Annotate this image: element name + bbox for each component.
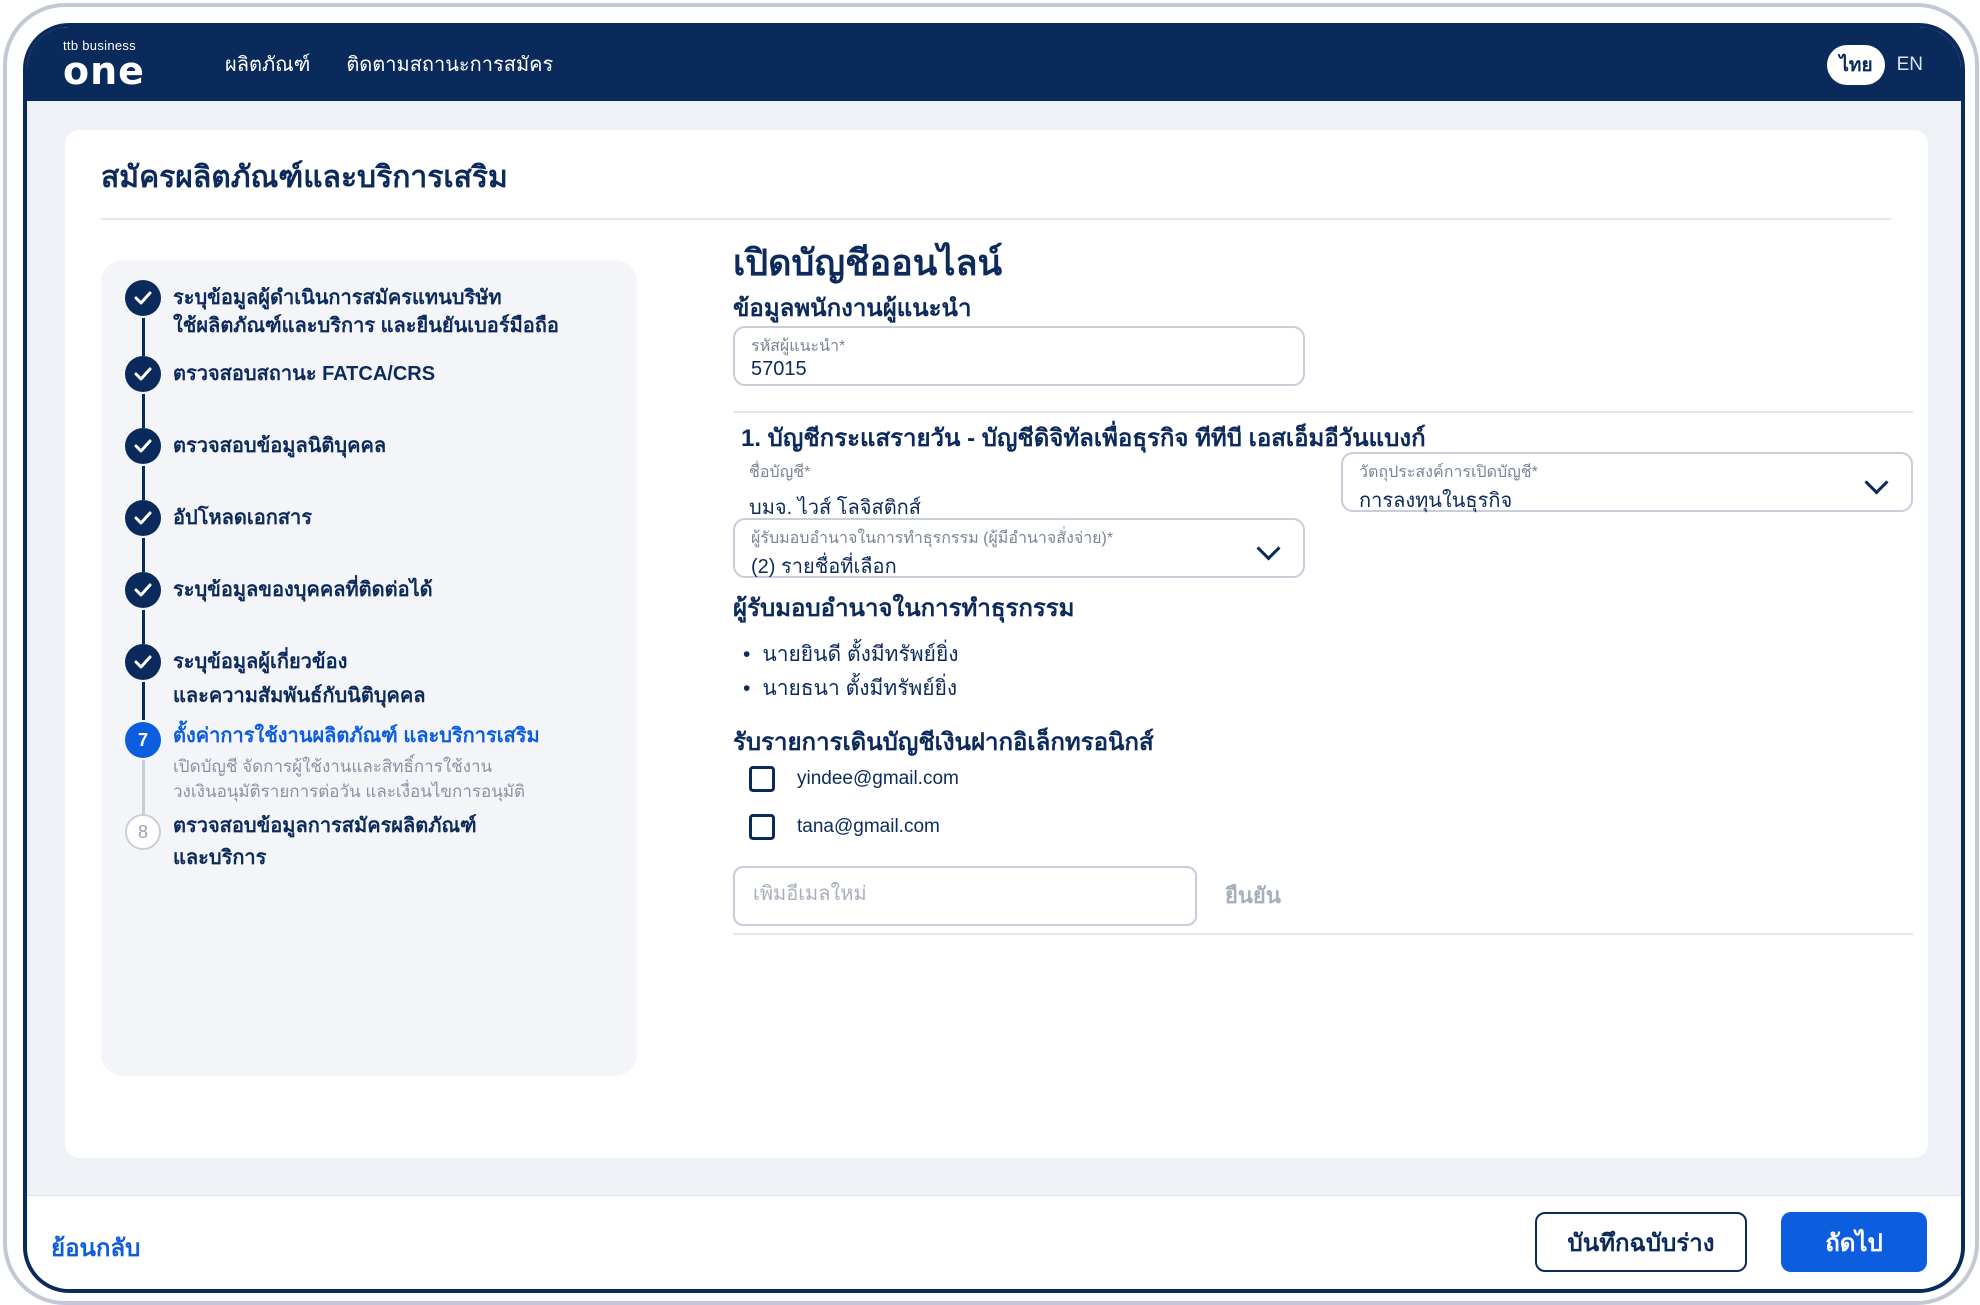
section-divider	[733, 933, 1913, 935]
step-number-badge: 8	[125, 814, 161, 850]
step-connector	[142, 610, 145, 644]
field-label: ผู้รับมอบอำนาจในการทำธุรกรรม (ผู้มีอำนาจ…	[751, 530, 1114, 547]
check-icon	[125, 572, 161, 608]
email-label: tana@gmail.com	[797, 816, 940, 837]
logo-wordmark: one	[63, 49, 145, 93]
referrer-code-field[interactable]: รหัสผู้แนะนำ* 57015	[733, 326, 1305, 386]
nav-track-status-link[interactable]: ติดตามสถานะการสมัคร	[346, 48, 553, 80]
nav-products-link[interactable]: ผลิตภัณฑ์	[225, 48, 310, 80]
account-title: 1. บัญชีกระแสรายวัน - บัญชีดิจิทัลเพื่อธ…	[741, 425, 1426, 452]
field-value: (2) รายชื่อที่เลือก	[751, 556, 897, 578]
step-label: ตรวจสอบข้อมูลนิติบุคคล	[173, 435, 387, 457]
step-label-active: ตั้งค่าการใช้งานผลิตภัณฑ์ และบริการเสริม	[173, 725, 540, 747]
email-option[interactable]: yindee@gmail.com	[749, 766, 959, 792]
step-label: ตรวจสอบข้อมูลการสมัครผลิตภัณฑ์ และบริการ	[173, 815, 477, 869]
estatement-section-title: รับรายการเดินบัญชีเงินฝากอิเล็กทรอนิกส์	[733, 729, 1154, 756]
step-description: เปิดบัญชี จัดการผู้ใช้งานและสิทธิ์การใช้…	[173, 757, 526, 801]
step-connector	[142, 318, 145, 356]
main-nav: ผลิตภัณฑ์ ติดตามสถานะการสมัคร	[225, 27, 553, 101]
step-label: ระบุข้อมูลของบุคคลที่ติดต่อได้	[173, 579, 433, 601]
lang-thai-button[interactable]: ไทย	[1827, 45, 1885, 85]
form-area: เปิดบัญชีออนไลน์ ข้อมูลพนักงานผู้แนะนำ ร…	[733, 130, 1913, 1158]
email-checkbox[interactable]	[749, 766, 775, 792]
step-connector	[142, 538, 145, 572]
chevron-down-icon	[1256, 536, 1281, 561]
check-icon	[125, 428, 161, 464]
next-button[interactable]: ถัดไป	[1781, 1212, 1927, 1272]
email-option[interactable]: tana@gmail.com	[749, 814, 940, 840]
lang-english-button[interactable]: EN	[1897, 54, 1923, 76]
confirm-email-button[interactable]: ยืนยัน	[1225, 878, 1281, 913]
authorized-person-item: นายยินดี ตั้งมีทรัพย์ยิ่ง	[743, 638, 958, 671]
check-icon	[125, 356, 161, 392]
top-navigation-bar: ttb business one ผลิตภัณฑ์ ติดตามสถานะกา…	[27, 27, 1961, 101]
save-draft-button[interactable]: บันทึกฉบับร่าง	[1535, 1212, 1747, 1272]
authorized-person-item: นายธนา ตั้งมีทรัพย์ยิ่ง	[743, 672, 957, 705]
field-value: 57015	[751, 358, 807, 380]
page-title: สมัครผลิตภัณฑ์และบริการเสริม	[101, 161, 508, 194]
progress-stepper: ระบุข้อมูลผู้ดำเนินการสมัครแทนบริษัท ใช้…	[101, 260, 637, 1076]
new-email-field[interactable]	[733, 866, 1197, 926]
authorized-person-dropdown[interactable]: ผู้รับมอบอำนาจในการทำธุรกรรม (ผู้มีอำนาจ…	[733, 518, 1305, 578]
step-connector	[142, 394, 145, 428]
footer-bar: ย้อนกลับ บันทึกฉบับร่าง ถัดไป	[27, 1195, 1961, 1289]
chevron-down-icon	[1864, 470, 1889, 495]
section-heading: เปิดบัญชีออนไลน์	[733, 242, 1003, 283]
check-icon	[125, 500, 161, 536]
purpose-dropdown[interactable]: วัตถุประสงค์การเปิดบัญชี* การลงทุนในธุรก…	[1341, 452, 1913, 512]
account-name-field: ชื่อบัญชี* บมจ. ไวส์ โลจิสติกส์	[749, 460, 921, 523]
field-label: วัตถุประสงค์การเปิดบัญชี*	[1359, 464, 1538, 481]
field-label: รหัสผู้แนะนำ*	[751, 338, 846, 355]
step-label: อัปโหลดเอกสาร	[173, 507, 313, 529]
step-connector	[142, 466, 145, 500]
step-label: ตรวจสอบสถานะ FATCA/CRS	[173, 363, 436, 385]
check-icon	[125, 280, 161, 316]
section-divider	[733, 411, 1913, 413]
check-icon	[125, 644, 161, 680]
field-label: ชื่อบัญชี*	[749, 464, 811, 481]
field-value: การลงทุนในธุรกิจ	[1359, 490, 1513, 512]
email-label: yindee@gmail.com	[797, 768, 959, 789]
new-email-input[interactable]	[751, 882, 1175, 907]
step-label: ระบุข้อมูลผู้เกี่ยวข้อง และความสัมพันธ์ก…	[173, 651, 426, 707]
step-label: ระบุข้อมูลผู้ดำเนินการสมัครแทนบริษัท ใช้…	[173, 287, 559, 337]
step-connector	[142, 682, 145, 720]
email-checkbox[interactable]	[749, 814, 775, 840]
language-switch: ไทย EN	[1827, 45, 1923, 85]
app-window: ttb business one ผลิตภัณฑ์ ติดตามสถานะกา…	[23, 23, 1965, 1293]
referrer-section-title: ข้อมูลพนักงานผู้แนะนำ	[733, 295, 972, 322]
step-number-badge: 7	[125, 722, 161, 758]
authorized-section-title: ผู้รับมอบอำนาจในการทำธุรกรรม	[733, 595, 1075, 622]
ttb-business-one-logo[interactable]: ttb business one	[63, 39, 145, 93]
main-card: สมัครผลิตภัณฑ์และบริการเสริม ระบุข้อมูลผ…	[65, 130, 1928, 1158]
back-button[interactable]: ย้อนกลับ	[51, 1228, 140, 1267]
